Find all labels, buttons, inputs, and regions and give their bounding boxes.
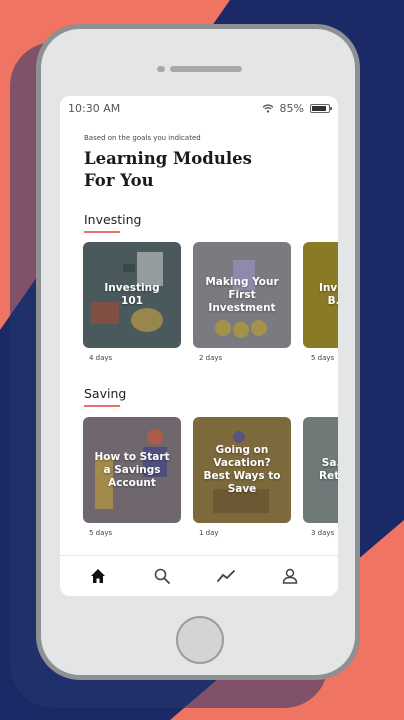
- status-time: 10:30 AM: [68, 102, 121, 115]
- module-card-partial[interactable]: Inve... B...: [303, 242, 338, 348]
- card-title: Investing 101: [104, 282, 160, 307]
- bottom-nav: [60, 555, 338, 596]
- home-icon[interactable]: [88, 566, 108, 586]
- module-card-partial[interactable]: Sa... Ret...: [303, 417, 338, 523]
- section-underline: [84, 231, 120, 233]
- card-title: Making Your First Investment: [205, 275, 279, 314]
- profile-icon[interactable]: [280, 566, 300, 586]
- section-underline: [84, 405, 120, 407]
- investing-card-row[interactable]: Investing 101 4 days Making Your First I…: [83, 242, 338, 370]
- module-card-how-to-start-a-savings-account[interactable]: How to Start a Savings Account: [83, 417, 181, 523]
- card-title: Going on Vacation? Best Ways to Save: [203, 444, 281, 495]
- module-card-going-on-vacation[interactable]: Going on Vacation? Best Ways to Save: [193, 417, 291, 523]
- battery-icon: [310, 104, 332, 113]
- phone-camera: [157, 66, 165, 72]
- page-title-line2: For You: [84, 171, 154, 190]
- search-icon[interactable]: [152, 566, 172, 586]
- home-button[interactable]: [176, 616, 224, 664]
- section-title-investing: Investing: [84, 212, 142, 227]
- phone-speaker: [170, 66, 242, 72]
- card-title: How to Start a Savings Account: [94, 450, 170, 489]
- app-screen: 10:30 AM 85% Based on the goals you indi…: [60, 96, 338, 596]
- wifi-icon: [262, 104, 273, 113]
- battery-percent: 85%: [279, 102, 304, 115]
- card-duration: 3 days: [311, 529, 335, 537]
- card-duration: 5 days: [311, 354, 335, 362]
- saving-card-row[interactable]: How to Start a Savings Account 5 days Go…: [83, 417, 338, 545]
- page-title: Learning Modules For You: [84, 148, 284, 192]
- module-card-investing-101[interactable]: Investing 101: [83, 242, 181, 348]
- card-title: Sa... Ret...: [319, 457, 338, 482]
- status-bar: 10:30 AM 85%: [60, 96, 338, 120]
- card-duration: 2 days: [199, 354, 223, 362]
- card-duration: 4 days: [89, 354, 113, 362]
- page-title-line1: Learning Modules: [84, 149, 252, 168]
- header-subtitle: Based on the goals you indicated: [84, 134, 201, 142]
- section-title-saving: Saving: [84, 386, 127, 401]
- card-duration: 5 days: [89, 529, 113, 537]
- module-card-making-your-first-investment[interactable]: Making Your First Investment: [193, 242, 291, 348]
- card-duration: 1 day: [199, 529, 219, 537]
- trend-icon[interactable]: [216, 566, 236, 586]
- card-title: Inve... B...: [319, 282, 338, 307]
